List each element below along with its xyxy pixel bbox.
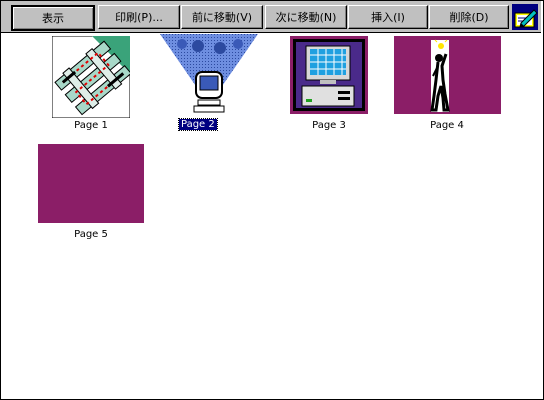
network-map-icon — [52, 36, 130, 118]
slide-thumbnail-5[interactable]: Page 5 — [38, 144, 144, 244]
person-lightbulb-icon — [394, 36, 501, 114]
toolbar: 表示 印刷(P)... 前に移動(V) 次に移動(N) 挿入(I) 削除(D) — [1, 1, 541, 33]
desktop-computer-icon — [290, 36, 368, 114]
view-button[interactable]: 表示 — [11, 5, 95, 31]
slide-label: Page 1 — [74, 120, 108, 131]
slide-thumbnail-1[interactable]: Page 1 — [52, 36, 130, 131]
insert-button[interactable]: 挿入(I) — [348, 5, 428, 29]
previous-button[interactable]: 前に移動(V) — [181, 5, 263, 29]
slide-label: Page 3 — [312, 120, 346, 131]
slide-label: Page 4 — [430, 120, 464, 131]
blank-slide — [38, 144, 144, 223]
print-button[interactable]: 印刷(P)... — [98, 5, 180, 29]
pencil-paper-icon[interactable] — [512, 4, 538, 30]
delete-button[interactable]: 削除(D) — [429, 5, 509, 29]
next-button[interactable]: 次に移動(N) — [265, 5, 347, 29]
computer-spotlight-icon — [160, 34, 258, 116]
slide-thumbnail-2[interactable]: Page 2 — [160, 34, 258, 132]
slide-label: Page 2 — [178, 118, 218, 131]
slide-thumbnail-3[interactable]: Page 3 — [290, 36, 368, 131]
slide-label: Page 5 — [74, 229, 108, 240]
slide-thumbnail-4[interactable]: Page 4 — [394, 36, 501, 131]
